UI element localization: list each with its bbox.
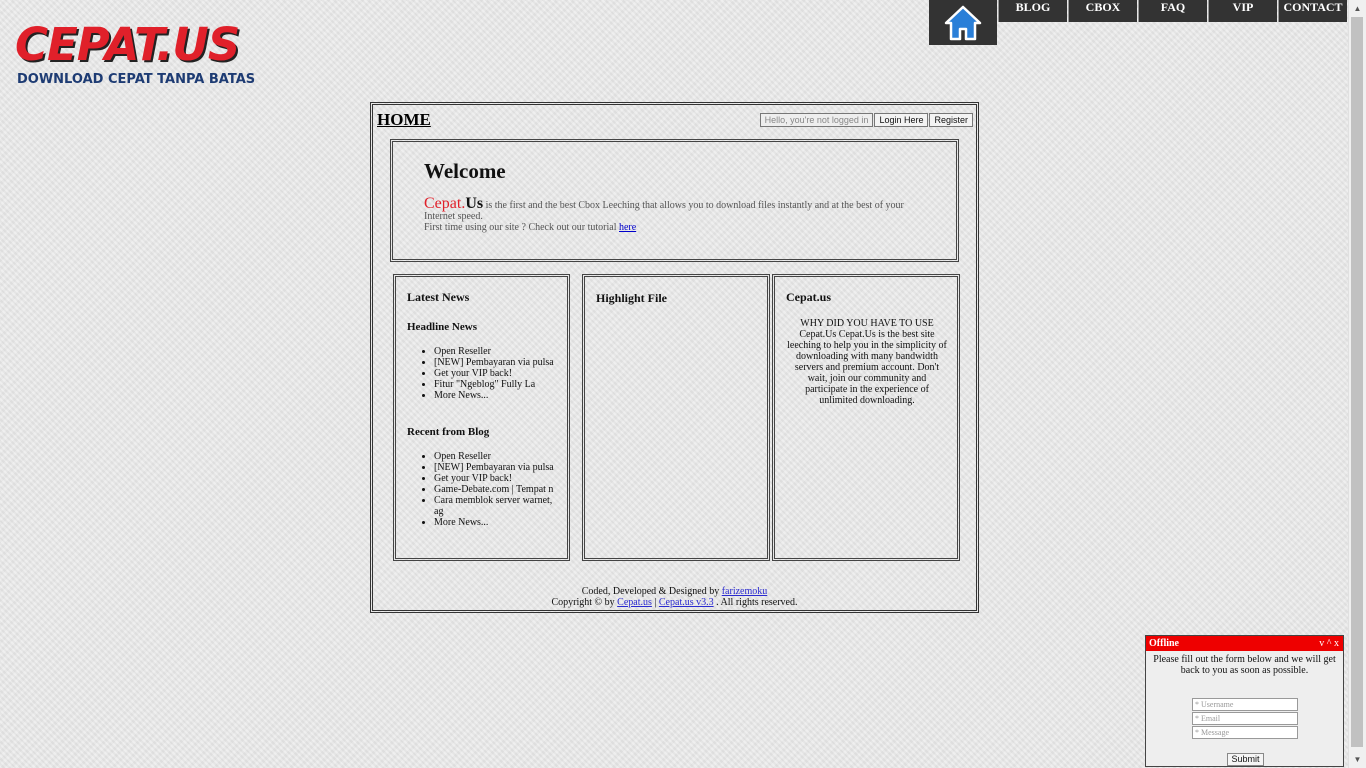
list-item[interactable]: Open Reseller xyxy=(434,451,559,462)
scroll-down-arrow-icon[interactable]: ▼ xyxy=(1349,751,1366,768)
welcome-brand-us: Us xyxy=(465,195,484,212)
welcome-description: is the first and the best Cbox Leeching … xyxy=(424,200,904,222)
tutorial-link[interactable]: here xyxy=(619,222,636,233)
footer-separator: | xyxy=(651,597,659,608)
welcome-title: Welcome xyxy=(424,159,506,183)
cepat-info-box: Cepat.us WHY DID YOU HAVE TO USE Cepat.U… xyxy=(772,274,960,561)
main-panel: HOME Hello, you're not logged in Login H… xyxy=(370,102,979,613)
list-item[interactable]: More News... xyxy=(434,517,559,528)
logo-tagline: DOWNLOAD CEPAT TANPA BATAS xyxy=(17,72,256,87)
footer-rights: . All rights reserved. xyxy=(713,597,798,608)
chat-header[interactable]: Offline v ^ x xyxy=(1146,636,1343,651)
chat-email-input[interactable]: * Email xyxy=(1192,712,1298,725)
page-scrollbar[interactable]: ▲ ▼ xyxy=(1348,0,1366,768)
chat-message: Please fill out the form below and we wi… xyxy=(1153,654,1336,676)
nav-blog[interactable]: BLOG xyxy=(998,0,1067,22)
nav-vip[interactable]: VIP xyxy=(1208,0,1277,22)
top-navigation: BLOG CBOX FAQ VIP CONTACT xyxy=(929,0,1347,45)
cepat-info-title: Cepat.us xyxy=(786,290,832,304)
recent-blog-title: Recent from Blog xyxy=(407,426,490,438)
login-status: Hello, you're not logged in xyxy=(759,113,874,127)
logo-main-text: CEPAT.US xyxy=(15,18,240,71)
version-link[interactable]: Cepat.us v3.3 xyxy=(659,597,714,608)
site-logo[interactable]: CEPAT.US DOWNLOAD CEPAT TANPA BATAS xyxy=(15,22,265,88)
chat-window-controls[interactable]: v ^ x xyxy=(1319,636,1339,651)
chat-message-input[interactable]: * Message xyxy=(1192,726,1298,739)
login-button[interactable]: Login Here xyxy=(874,113,929,127)
list-item[interactable]: Open Reseller xyxy=(434,346,559,357)
list-item[interactable]: Get your VIP back! xyxy=(434,473,559,484)
headline-news-list: Open Reseller [NEW] Pembayaran via pulsa… xyxy=(396,346,559,401)
chat-status: Offline xyxy=(1149,638,1179,649)
main-header: HOME Hello, you're not logged in Login H… xyxy=(377,110,973,130)
nav-vip-label: VIP xyxy=(1232,0,1254,14)
welcome-brand-cepat: Cepat. xyxy=(424,195,466,212)
latest-news-title: Latest News xyxy=(407,290,470,304)
list-item[interactable]: [NEW] Pembayaran via pulsa xyxy=(434,462,559,473)
latest-news-box: Latest News Headline News Open Reseller … xyxy=(393,274,570,561)
nav-contact-label: CONTACT xyxy=(1283,0,1343,14)
highlight-file-box: Highlight File xyxy=(582,274,770,561)
nav-faq-label: FAQ xyxy=(1160,0,1186,14)
author-link[interactable]: farizemoku xyxy=(722,586,768,597)
scroll-thumb[interactable] xyxy=(1351,17,1363,747)
footer: Coded, Developed & Designed by farizemok… xyxy=(373,586,976,608)
tutorial-text: First time using our site ? Check out ou… xyxy=(424,222,619,233)
page-title[interactable]: HOME xyxy=(377,110,431,130)
home-icon xyxy=(944,5,982,40)
nav-contact[interactable]: CONTACT xyxy=(1278,0,1347,22)
list-item[interactable]: More News... xyxy=(434,390,559,401)
welcome-text: Cepat.Us is the first and the best Cbox … xyxy=(424,195,919,234)
footer-credit: Coded, Developed & Designed by xyxy=(581,586,722,597)
nav-cbox[interactable]: CBOX xyxy=(1068,0,1137,22)
cepat-info-description: WHY DID YOU HAVE TO USE Cepat.Us Cepat.U… xyxy=(787,318,947,406)
welcome-box: Welcome Cepat.Us is the first and the be… xyxy=(390,139,959,262)
site-link[interactable]: Cepat.us xyxy=(617,597,652,608)
footer-copyright: Copyright © by xyxy=(551,597,618,608)
nav-blog-label: BLOG xyxy=(1015,0,1051,14)
home-button[interactable] xyxy=(929,0,997,45)
scroll-up-arrow-icon[interactable]: ▲ xyxy=(1349,0,1366,17)
list-item[interactable]: Fitur "Ngeblog" Fully La xyxy=(434,379,559,390)
list-item[interactable]: [NEW] Pembayaran via pulsa xyxy=(434,357,559,368)
chat-submit-button[interactable]: Submit xyxy=(1227,753,1264,766)
list-item[interactable]: Cara memblok server warnet, ag xyxy=(434,495,559,517)
chat-username-input[interactable]: * Username xyxy=(1192,698,1298,711)
list-item[interactable]: Get your VIP back! xyxy=(434,368,559,379)
list-item[interactable]: Game-Debate.com | Tempat n xyxy=(434,484,559,495)
chat-widget: Offline v ^ x Please fill out the form b… xyxy=(1145,635,1344,767)
nav-cbox-label: CBOX xyxy=(1085,0,1121,14)
highlight-file-title: Highlight File xyxy=(596,291,668,305)
recent-blog-list: Open Reseller [NEW] Pembayaran via pulsa… xyxy=(396,451,559,528)
auth-bar: Hello, you're not logged in Login Here R… xyxy=(759,113,973,127)
nav-faq[interactable]: FAQ xyxy=(1138,0,1207,22)
headline-news-title: Headline News xyxy=(407,321,477,333)
register-button[interactable]: Register xyxy=(929,113,973,127)
